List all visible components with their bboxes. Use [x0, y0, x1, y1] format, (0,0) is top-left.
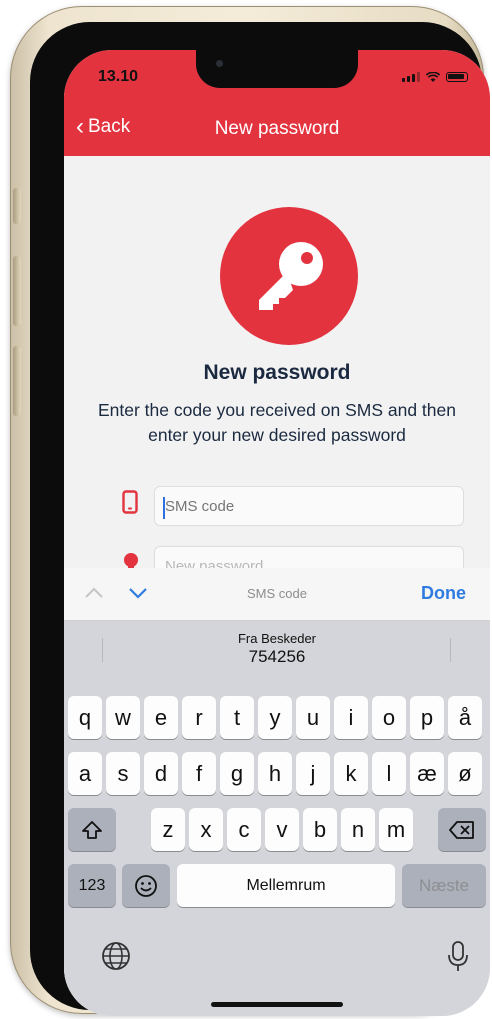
- key[interactable]: m: [379, 808, 413, 851]
- key[interactable]: e: [144, 696, 178, 739]
- key[interactable]: f: [182, 752, 216, 795]
- key[interactable]: h: [258, 752, 292, 795]
- phone-icon: [122, 490, 138, 519]
- key[interactable]: b: [303, 808, 337, 851]
- key[interactable]: n: [341, 808, 375, 851]
- sms-code-input[interactable]: [154, 486, 464, 526]
- key[interactable]: g: [220, 752, 254, 795]
- wifi-icon: [426, 72, 440, 82]
- suggestion-divider: [450, 638, 451, 662]
- keyboard: SMS code Done Fra Beskeder 754256 q w e …: [64, 568, 490, 1016]
- key[interactable]: ø: [448, 752, 482, 795]
- instructions-text: Enter the code you received on SMS and t…: [97, 400, 456, 445]
- shift-icon: [82, 820, 102, 839]
- space-key[interactable]: Mellemrum: [177, 864, 395, 907]
- key-icon: [259, 242, 323, 310]
- key[interactable]: w: [106, 696, 140, 739]
- volume-up-button: [13, 256, 21, 326]
- sms-code-suggestion[interactable]: Fra Beskeder 754256: [64, 631, 490, 667]
- key[interactable]: s: [106, 752, 140, 795]
- status-time: 13.10: [98, 68, 139, 85]
- front-camera: [216, 60, 223, 67]
- home-indicator[interactable]: [211, 1002, 343, 1007]
- key[interactable]: r: [182, 696, 216, 739]
- key[interactable]: v: [265, 808, 299, 851]
- key[interactable]: å: [448, 696, 482, 739]
- done-button[interactable]: Done: [421, 583, 466, 604]
- next-key[interactable]: Næste: [402, 864, 486, 907]
- emoji-key[interactable]: [122, 864, 170, 907]
- phone-bezel: 13.10 ‹ Back New password New password E…: [30, 22, 490, 1016]
- key[interactable]: p: [410, 696, 444, 739]
- shift-key[interactable]: [68, 808, 116, 851]
- delete-key[interactable]: [438, 808, 486, 851]
- key[interactable]: x: [189, 808, 223, 851]
- suggestion-source: Fra Beskeder: [237, 631, 317, 646]
- microphone-icon[interactable]: [446, 940, 470, 979]
- key[interactable]: j: [296, 752, 330, 795]
- key[interactable]: t: [220, 696, 254, 739]
- key[interactable]: k: [334, 752, 368, 795]
- emoji-icon: [135, 874, 157, 897]
- phone-frame: 13.10 ‹ Back New password New password E…: [10, 6, 490, 1016]
- numbers-key[interactable]: 123: [68, 864, 116, 907]
- status-icons: [402, 72, 468, 82]
- globe-icon[interactable]: [100, 940, 132, 977]
- keyboard-toolbar: SMS code Done: [64, 568, 490, 621]
- key[interactable]: u: [296, 696, 330, 739]
- volume-down-button: [13, 346, 21, 416]
- battery-icon: [446, 72, 468, 82]
- key[interactable]: i: [334, 696, 368, 739]
- action-button: [13, 188, 21, 224]
- nav-title: New password: [214, 118, 340, 139]
- notch: [196, 50, 358, 88]
- cellular-signal-icon: [402, 72, 420, 82]
- key[interactable]: q: [68, 696, 102, 739]
- key[interactable]: z: [151, 808, 185, 851]
- page-heading: New password: [203, 361, 351, 384]
- text-caret: [163, 497, 165, 519]
- key-badge: [220, 207, 358, 345]
- key[interactable]: a: [68, 752, 102, 795]
- key[interactable]: l: [372, 752, 406, 795]
- key[interactable]: æ: [410, 752, 444, 795]
- key[interactable]: o: [372, 696, 406, 739]
- key[interactable]: c: [227, 808, 261, 851]
- key[interactable]: d: [144, 752, 178, 795]
- key[interactable]: y: [258, 696, 292, 739]
- phone-screen: 13.10 ‹ Back New password New password E…: [64, 50, 490, 1016]
- suggestion-code: 754256: [248, 647, 306, 666]
- delete-icon: [449, 820, 474, 839]
